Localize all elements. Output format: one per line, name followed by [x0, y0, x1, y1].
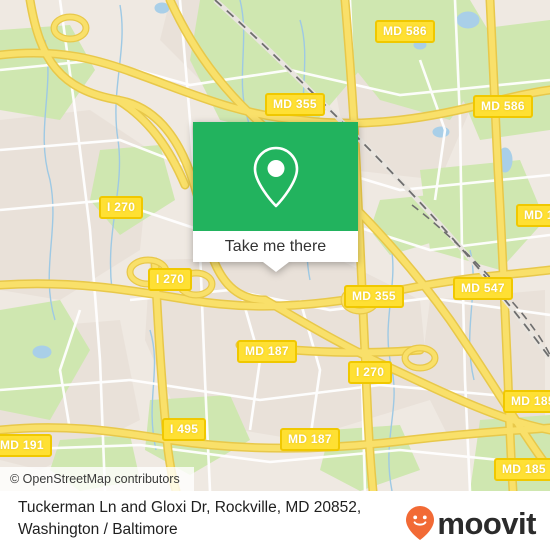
highway-shield: MD 185	[503, 390, 550, 413]
highway-shield: MD 355	[344, 285, 404, 308]
take-me-there-button[interactable]: Take me there	[193, 231, 358, 262]
highway-shield: MD 586	[375, 20, 435, 43]
footer-bar: Tuckerman Ln and Gloxi Dr, Rockville, MD…	[0, 491, 550, 550]
highway-shield: MD 547	[453, 277, 513, 300]
popup-icon-area	[193, 122, 358, 231]
highway-shield: MD 187	[237, 340, 297, 363]
highway-shield: MD 586	[473, 95, 533, 118]
highway-shield: MD 191	[0, 434, 52, 457]
highway-shield: I 270	[99, 196, 144, 219]
highway-shield: MD 187	[280, 428, 340, 451]
address-line-2: Washington / Baltimore	[18, 521, 178, 539]
highway-shield: I 270	[348, 361, 393, 384]
popup-tail	[262, 262, 289, 272]
moovit-wordmark: moovit	[437, 505, 536, 541]
highway-shield: MD 355	[265, 93, 325, 116]
moovit-pin-icon	[406, 506, 435, 540]
highway-shield: I 270	[148, 268, 193, 291]
take-me-there-label: Take me there	[224, 237, 327, 255]
address-line-1: Tuckerman Ln and Gloxi Dr, Rockville, MD…	[18, 499, 362, 516]
moovit-logo[interactable]: moovit	[405, 505, 536, 541]
highway-shield: MD 185	[494, 458, 550, 481]
screenshot-root: MD 586 MD 586 MD 355 MD 185 I 270 I 270 MD 355…	[0, 0, 550, 550]
location-address: Tuckerman Ln and Gloxi Dr, Rockville, MD…	[18, 497, 398, 542]
location-popup-card[interactable]: Take me there	[193, 122, 358, 272]
highway-shield: MD 185	[516, 204, 550, 227]
highway-shield: I 495	[162, 418, 207, 441]
map-pin-icon	[253, 146, 298, 207]
osm-attribution[interactable]: © OpenStreetMap contributors	[0, 467, 194, 491]
